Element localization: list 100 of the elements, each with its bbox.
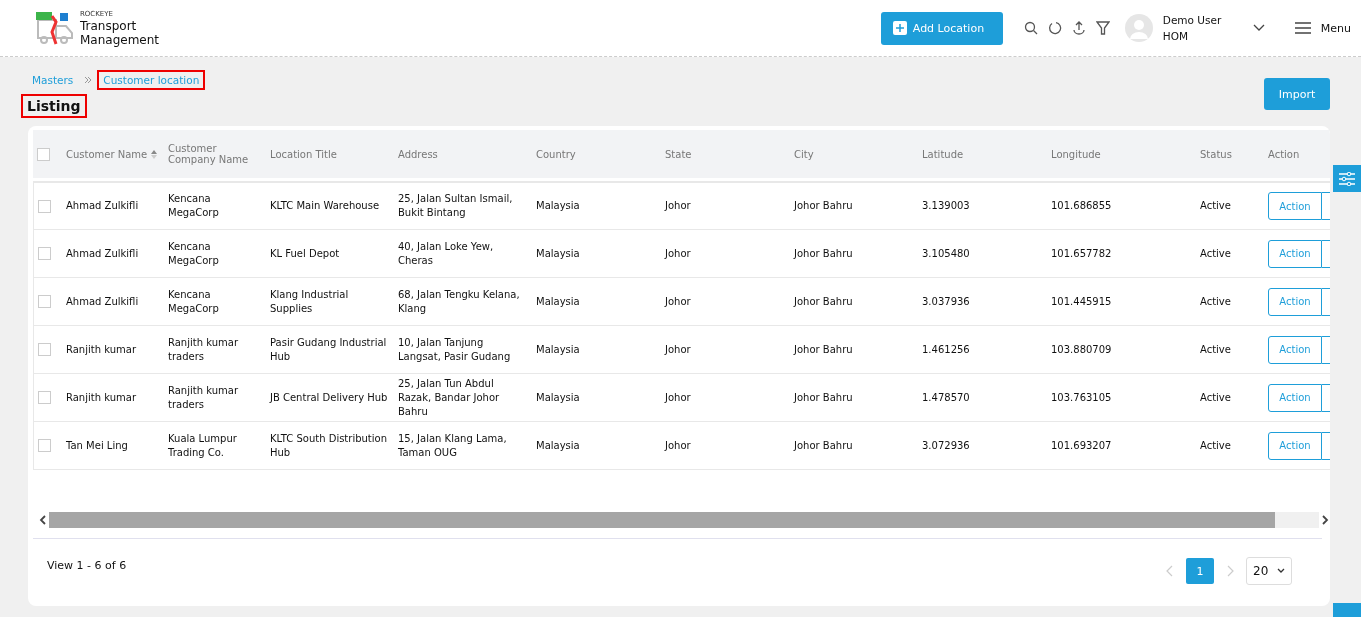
action-button[interactable]: Action xyxy=(1268,335,1322,364)
prev-page-icon[interactable] xyxy=(1166,565,1174,577)
action-button[interactable]: Action xyxy=(1268,239,1322,268)
table-cell: Malaysia xyxy=(536,391,580,403)
table-cell: Malaysia xyxy=(536,200,580,211)
table-cell: Johor xyxy=(665,200,691,211)
page-size-select[interactable]: 20 xyxy=(1246,557,1292,585)
table-cell: Kencana MegaCorp xyxy=(168,288,219,314)
table-cell: Ranjith kumar traders xyxy=(168,336,238,362)
column-header[interactable]: Address xyxy=(398,148,438,160)
user-name: Demo User xyxy=(1162,13,1223,28)
brand-name: Management xyxy=(80,32,160,47)
table-cell: Active xyxy=(1200,200,1231,211)
table-cell: 10, Jalan Tanjung Langsat, Pasir Gudang xyxy=(398,336,511,362)
settings-button[interactable] xyxy=(1333,165,1361,192)
scroll-left-icon[interactable] xyxy=(37,514,49,526)
table-cell: Johor xyxy=(665,391,691,403)
menu-label[interactable]: Menu xyxy=(1320,21,1351,35)
table-cell: 3.139003 xyxy=(922,200,970,211)
table-cell: Ranjith kumar xyxy=(66,343,136,355)
refresh-icon[interactable] xyxy=(1047,21,1062,35)
import-button[interactable]: Import xyxy=(1264,78,1330,110)
table-cell: Ahmad Zulkifli xyxy=(66,247,139,259)
table-cell: 25, Jalan Sultan Ismail, Bukit Bintang xyxy=(398,193,513,218)
column-header[interactable]: Latitude xyxy=(922,148,964,160)
action-button[interactable]: Action xyxy=(1268,287,1322,316)
table-cell: 103.880709 xyxy=(1051,343,1112,355)
table-cell: KLTC South Distribution Hub xyxy=(270,432,388,458)
table-cell: Active xyxy=(1200,343,1231,355)
action-button[interactable]: Action xyxy=(1268,383,1322,412)
table-cell: 1.478570 xyxy=(922,391,970,403)
page-title: Listing xyxy=(21,94,87,118)
table-cell: 40, Jalan Loke Yew, Cheras xyxy=(398,240,494,266)
table-cell: 25, Jalan Tun Abdul Razak, Bandar Johor Bahru xyxy=(398,377,500,417)
table-cell: Malaysia xyxy=(536,247,580,259)
table-cell: KLTC Main Warehouse xyxy=(270,200,380,211)
filter-icon[interactable] xyxy=(1095,21,1110,35)
action-button[interactable]: Action xyxy=(1268,431,1322,460)
chevron-down-icon[interactable] xyxy=(1252,24,1265,32)
user-role: HOM xyxy=(1162,29,1190,44)
chevron-down-icon xyxy=(1277,568,1285,574)
scrollbar-thumb[interactable] xyxy=(49,512,1275,528)
table-cell: KL Fuel Depot xyxy=(270,247,340,259)
table-cell: Johor Bahru xyxy=(794,439,853,451)
action-button[interactable]: Action xyxy=(1268,192,1322,220)
table-cell: Ranjith kumar xyxy=(66,391,136,403)
table-cell: 1.461256 xyxy=(922,343,970,355)
table-cell: 101.657782 xyxy=(1051,247,1112,259)
row-checkbox[interactable] xyxy=(38,391,51,404)
table-cell: Active xyxy=(1200,295,1231,307)
table-cell: Johor xyxy=(665,247,691,259)
column-header[interactable]: Status xyxy=(1200,148,1232,160)
table-cell: Ranjith kumar traders xyxy=(168,384,238,410)
table-cell: Johor Bahru xyxy=(794,200,853,211)
table-cell: Active xyxy=(1200,391,1231,403)
table-cell: Active xyxy=(1200,247,1231,259)
row-checkbox[interactable] xyxy=(38,295,51,308)
page-button[interactable]: 1 xyxy=(1186,558,1214,584)
upload-icon[interactable] xyxy=(1071,21,1086,35)
add-location-button[interactable]: Add Location xyxy=(880,11,1003,45)
row-checkbox[interactable] xyxy=(38,247,51,260)
column-header[interactable]: Longitude xyxy=(1051,148,1101,160)
table-cell: Klang Industrial Supplies xyxy=(270,288,349,314)
breadcrumb-link[interactable]: Customer location xyxy=(97,70,206,90)
table-cell: Johor xyxy=(665,439,691,451)
select-all-checkbox[interactable] xyxy=(37,147,50,161)
double-chevron-icon xyxy=(84,76,93,84)
table-cell: 101.693207 xyxy=(1051,439,1112,451)
brand-name: Transport xyxy=(80,18,138,33)
column-header[interactable]: State xyxy=(665,148,692,160)
table-cell: JB Central Delivery Hub xyxy=(270,391,388,403)
table-cell: Johor Bahru xyxy=(794,295,853,307)
table-cell: Kencana MegaCorp xyxy=(168,240,219,266)
table-cell: Malaysia xyxy=(536,343,580,355)
row-checkbox[interactable] xyxy=(38,343,51,356)
table-cell: Johor xyxy=(665,343,691,355)
menu-icon[interactable] xyxy=(1294,22,1311,34)
table-cell: Active xyxy=(1200,439,1231,451)
breadcrumb-link[interactable]: Masters xyxy=(26,70,80,90)
table-cell: Kuala Lumpur Trading Co. xyxy=(168,432,237,458)
table-cell: 3.105480 xyxy=(922,247,970,259)
sliders-icon xyxy=(1339,171,1355,186)
table-cell: Malaysia xyxy=(536,295,580,307)
search-icon[interactable] xyxy=(1023,21,1038,35)
next-page-icon[interactable] xyxy=(1226,565,1234,577)
scroll-right-icon[interactable] xyxy=(1319,514,1330,526)
sort-icon[interactable] xyxy=(151,149,158,159)
row-checkbox[interactable] xyxy=(38,199,51,213)
column-header[interactable]: Action xyxy=(1268,148,1300,160)
table-cell: Johor xyxy=(665,295,691,307)
column-header[interactable]: Country xyxy=(536,148,576,160)
table-cell: Johor Bahru xyxy=(794,391,853,403)
column-header[interactable]: City xyxy=(794,148,814,160)
table-cell: Johor Bahru xyxy=(794,247,853,259)
table-cell: Kencana MegaCorp xyxy=(168,193,219,218)
record-summary: View 1 - 6 of 6 xyxy=(47,558,127,572)
column-header[interactable]: Location Title xyxy=(270,148,337,160)
table-cell: Malaysia xyxy=(536,439,580,451)
row-checkbox[interactable] xyxy=(38,439,51,452)
table-cell: Ahmad Zulkifli xyxy=(66,295,139,307)
